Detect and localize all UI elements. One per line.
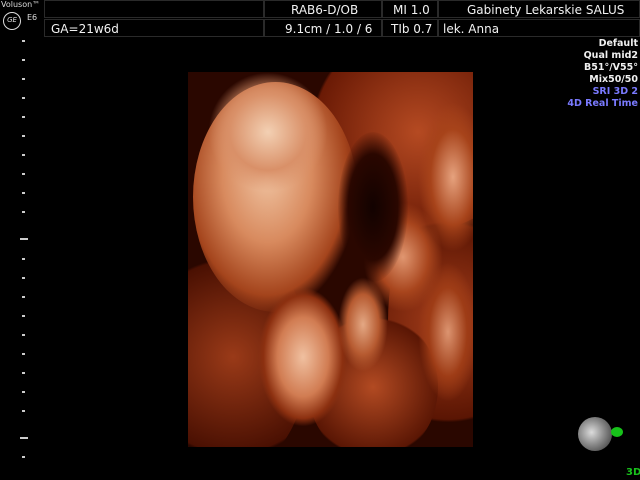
settings-panel: Default Qual mid2 B51°/V55° Mix50/50 SRI… <box>567 38 638 110</box>
brand-name: Voluson™ <box>1 0 41 9</box>
mode-indicator: 3D <box>626 467 640 478</box>
header-empty-cell <box>44 0 264 18</box>
clinic-name: Gabinety Lekarskie SALUS <box>438 0 640 18</box>
ge-logo-icon: GE <box>3 12 21 30</box>
orientation-sphere-icon <box>578 417 612 451</box>
setting-preset: Default <box>598 38 638 49</box>
mode-sri: SRI 3D 2 <box>592 86 638 97</box>
setting-mix: Mix50/50 <box>589 74 638 85</box>
mi-value: MI 1.0 <box>382 0 438 18</box>
orientation-marker-icon <box>611 427 623 437</box>
tib-value: TIb 0.7 <box>382 19 438 37</box>
setting-angles: B51°/V55° <box>583 62 638 73</box>
doctor-name: lek. Anna <box>438 19 640 37</box>
header-bar: Voluson™ GE E6 RAB6-D/OB MI 1.0 Gabinety… <box>0 0 640 38</box>
probe-preset: RAB6-D/OB <box>264 0 382 18</box>
mode-4d: 4D Real Time <box>567 98 638 109</box>
ultrasound-image <box>188 72 473 447</box>
depth-scale <box>0 38 30 480</box>
gestational-age: GA=21w6d <box>44 19 264 37</box>
device-brand: Voluson™ GE E6 <box>0 0 44 38</box>
setting-quality: Qual mid2 <box>583 50 638 61</box>
model-label: E6 <box>27 13 38 22</box>
depth-frequency: 9.1cm / 1.0 / 6 <box>264 19 382 37</box>
